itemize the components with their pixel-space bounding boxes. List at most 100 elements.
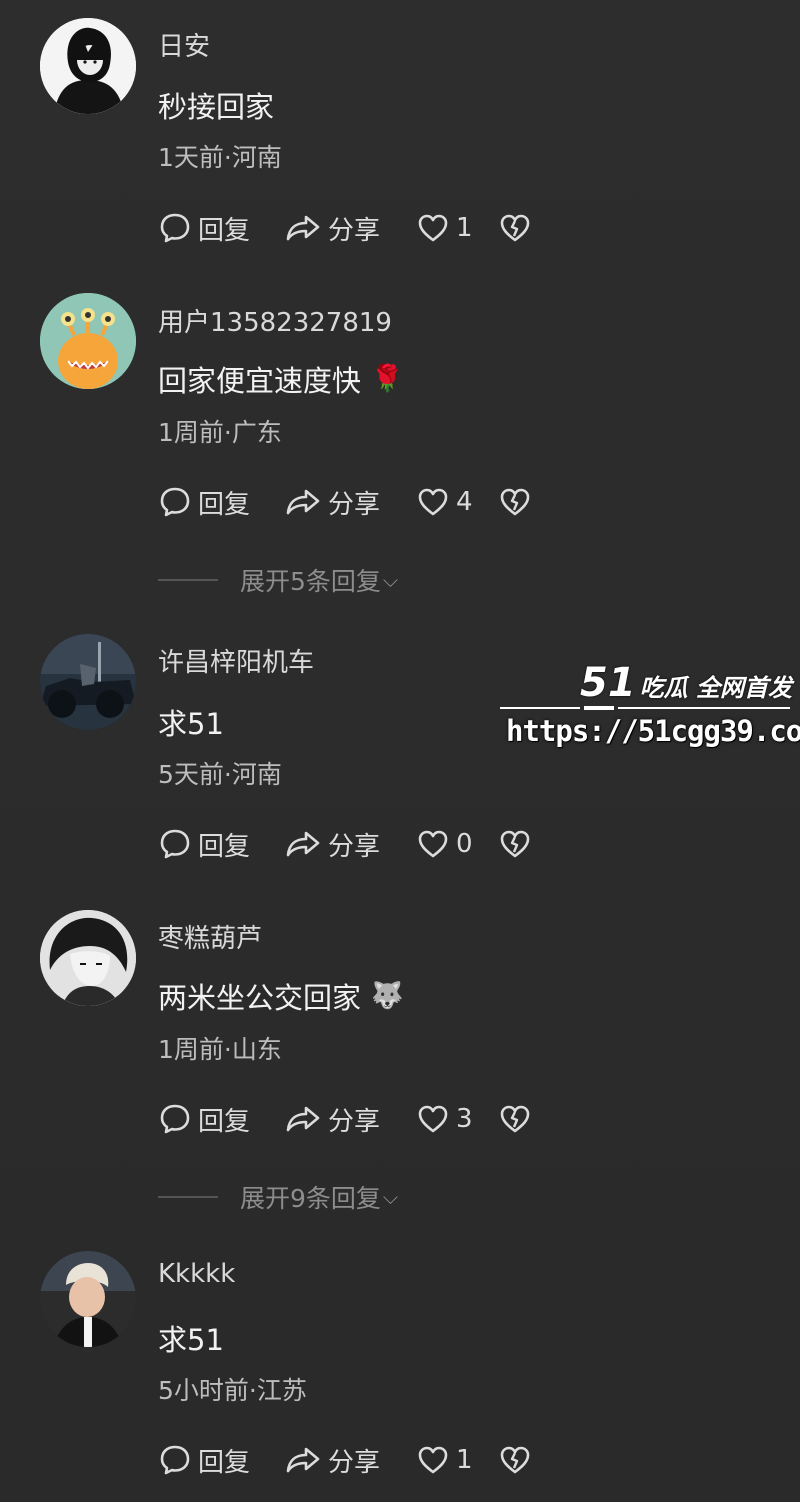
- comment-actions: 回复 分享 3: [158, 1099, 532, 1139]
- comment-bubble-icon: [160, 1445, 190, 1475]
- like-button[interactable]: 1: [416, 1443, 498, 1477]
- comment-text: 回家便宜速度快 🌹: [158, 358, 403, 400]
- share-button[interactable]: 分享: [284, 484, 416, 521]
- share-label: 分享: [328, 215, 381, 246]
- share-arrow-icon: [286, 215, 320, 241]
- expand-divider: [158, 1196, 218, 1198]
- avatar-image: [40, 293, 136, 389]
- dislike-button[interactable]: [498, 485, 532, 519]
- like-count: 4: [456, 487, 473, 517]
- comment-text-content: 秒接回家: [158, 90, 275, 124]
- like-button[interactable]: 0: [416, 827, 498, 861]
- comment-actions: 回复 分享 1: [158, 208, 532, 248]
- share-label: 分享: [328, 1447, 381, 1478]
- dislike-button[interactable]: [498, 827, 532, 861]
- share-label: 分享: [328, 831, 381, 862]
- expand-replies-button[interactable]: 展开5条回复 ⌵: [158, 562, 398, 598]
- username[interactable]: 用户13582327819: [158, 302, 392, 339]
- share-button[interactable]: 分享: [284, 1442, 416, 1479]
- dislike-button[interactable]: [498, 1102, 532, 1136]
- reply-label: 回复: [198, 1106, 251, 1137]
- comment-actions: 回复 分享 0: [158, 824, 532, 864]
- watermark-decor-line: [500, 706, 790, 710]
- reply-button[interactable]: 回复: [158, 1442, 284, 1479]
- comment-text-content: 两米坐公交回家: [158, 981, 362, 1015]
- comment-bubble-icon: [160, 829, 190, 859]
- like-count: 1: [456, 1445, 473, 1475]
- comment-text-content: 求51: [158, 1323, 224, 1357]
- broken-heart-icon: [500, 830, 530, 858]
- share-button[interactable]: 分享: [284, 210, 416, 247]
- reply-label: 回复: [198, 1447, 251, 1478]
- reply-button[interactable]: 回复: [158, 826, 284, 863]
- avatar[interactable]: [40, 1251, 136, 1347]
- comment-text: 求51: [158, 1317, 224, 1359]
- comment-meta: 1周前·山东: [158, 1035, 282, 1064]
- chevron-down-icon: ⌵: [382, 1185, 399, 1209]
- comment-list-page: 日安 秒接回家 1天前·河南 回复 分享 1 用户13582327819 回家便…: [0, 0, 800, 1502]
- like-button[interactable]: 4: [416, 485, 498, 519]
- username[interactable]: 日安: [158, 26, 210, 63]
- username[interactable]: 枣糕葫芦: [158, 918, 262, 955]
- watermark-brand-number: 51: [580, 660, 636, 706]
- username[interactable]: 许昌梓阳机车: [158, 642, 314, 679]
- comment-meta: 1天前·河南: [158, 143, 282, 172]
- comment-bubble-icon: [160, 213, 190, 243]
- comment-meta: 5小时前·江苏: [158, 1376, 307, 1405]
- comment-bubble-icon: [160, 1104, 190, 1134]
- share-label: 分享: [328, 1106, 381, 1137]
- like-count: 0: [456, 829, 473, 859]
- dislike-button[interactable]: [498, 211, 532, 245]
- broken-heart-icon: [500, 1446, 530, 1474]
- comment-text: 两米坐公交回家 🐺: [158, 975, 403, 1017]
- share-button[interactable]: 分享: [284, 1101, 416, 1138]
- avatar[interactable]: [40, 18, 136, 114]
- like-button[interactable]: 1: [416, 211, 498, 245]
- heart-icon: [418, 1446, 448, 1474]
- like-count: 3: [456, 1104, 473, 1134]
- comment-bubble-icon: [160, 487, 190, 517]
- watermark-url: https://51cgg39.com: [506, 714, 800, 748]
- heart-icon: [418, 830, 448, 858]
- comment-meta: 1周前·广东: [158, 418, 282, 447]
- wolf-emoji: 🐺: [371, 981, 404, 1011]
- like-button[interactable]: 3: [416, 1102, 498, 1136]
- heart-icon: [418, 1105, 448, 1133]
- chevron-down-icon: ⌵: [382, 568, 399, 592]
- reply-button[interactable]: 回复: [158, 210, 284, 247]
- broken-heart-icon: [500, 214, 530, 242]
- watermark-brand-text: 吃瓜 全网首发: [639, 674, 793, 702]
- share-arrow-icon: [286, 1106, 320, 1132]
- avatar[interactable]: [40, 910, 136, 1006]
- avatar[interactable]: [40, 634, 136, 730]
- comment-meta: 5天前·河南: [158, 760, 282, 789]
- reply-label: 回复: [198, 489, 251, 520]
- reply-label: 回复: [198, 215, 251, 246]
- reply-label: 回复: [198, 831, 251, 862]
- avatar[interactable]: [40, 293, 136, 389]
- expand-divider: [158, 579, 218, 581]
- reply-button[interactable]: 回复: [158, 1101, 284, 1138]
- share-arrow-icon: [286, 489, 320, 515]
- share-arrow-icon: [286, 1447, 320, 1473]
- avatar-image: [40, 910, 136, 1006]
- comment-actions: 回复 分享 1: [158, 1440, 532, 1480]
- dislike-button[interactable]: [498, 1443, 532, 1477]
- heart-icon: [418, 214, 448, 242]
- reply-button[interactable]: 回复: [158, 484, 284, 521]
- broken-heart-icon: [500, 488, 530, 516]
- expand-replies-button[interactable]: 展开9条回复 ⌵: [158, 1179, 398, 1215]
- expand-replies-label: 展开9条回复: [240, 1184, 381, 1213]
- comment-text-content: 求51: [158, 707, 224, 741]
- share-button[interactable]: 分享: [284, 826, 416, 863]
- share-arrow-icon: [286, 831, 320, 857]
- username[interactable]: Kkkkk: [158, 1259, 235, 1289]
- expand-replies-label: 展开5条回复: [240, 567, 381, 596]
- comment-text: 求51: [158, 701, 224, 743]
- share-label: 分享: [328, 489, 381, 520]
- comment-actions: 回复 分享 4: [158, 482, 532, 522]
- avatar-image: [40, 18, 136, 114]
- watermark-brand: 51 吃瓜 全网首发: [580, 660, 792, 706]
- watermark: 51 吃瓜 全网首发 https://51cgg39.com: [498, 650, 800, 760]
- heart-icon: [418, 488, 448, 516]
